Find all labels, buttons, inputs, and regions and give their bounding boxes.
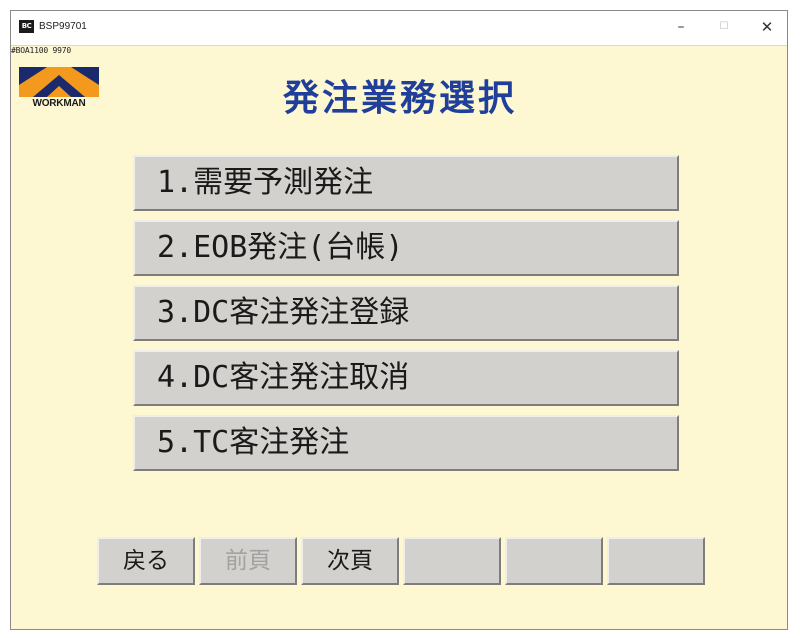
next-page-button[interactable]: 次頁 xyxy=(301,537,399,585)
window-title: BSP99701 xyxy=(39,21,87,32)
maximize-button[interactable]: ☐ xyxy=(704,15,744,39)
function-key-4[interactable] xyxy=(403,537,501,585)
page-title: 発注業務選択 xyxy=(282,78,517,119)
function-key-5[interactable] xyxy=(505,537,603,585)
previous-page-button[interactable]: 前頁 xyxy=(199,537,297,585)
function-key-6[interactable] xyxy=(607,537,705,585)
minimize-button[interactable]: – xyxy=(661,15,701,39)
close-button[interactable]: ✕ xyxy=(747,15,787,39)
menu-button-dc-order-register[interactable]: 3.DC客注発注登録 xyxy=(133,285,679,341)
menu-button-demand-forecast-order[interactable]: 1.需要予測発注 xyxy=(133,155,679,211)
menu-button-dc-order-cancel[interactable]: 4.DC客注発注取消 xyxy=(133,350,679,406)
menu-button-tc-order[interactable]: 5.TC客注発注 xyxy=(133,415,679,471)
app-icon: BC xyxy=(19,20,34,33)
back-button[interactable]: 戻る xyxy=(97,537,195,585)
app-window: BC BSP99701 – ☐ ✕ #BOA1100 9970 WORKMAN … xyxy=(10,10,788,630)
title-bar[interactable]: BC BSP99701 – ☐ ✕ xyxy=(11,11,787,46)
menu-button-eob-order[interactable]: 2.EOB発注(台帳) xyxy=(133,220,679,276)
screen-id: #BOA1100 9970 xyxy=(11,46,72,55)
